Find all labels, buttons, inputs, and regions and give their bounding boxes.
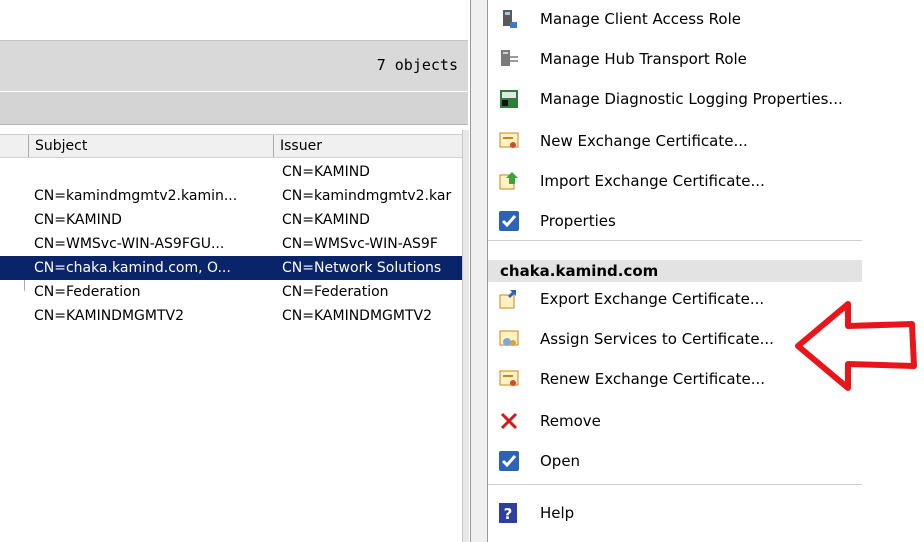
action-label: New Exchange Certificate...	[540, 132, 748, 150]
pane-splitter[interactable]	[470, 0, 488, 542]
table-row[interactable]: CN=WMSvc-WIN-AS9FGU... CN=WMSvc-WIN-AS9F	[0, 232, 462, 256]
cell-subject: CN=KAMINDMGMTV2	[34, 308, 184, 324]
action-label: Manage Client Access Role	[540, 10, 741, 28]
table-row-selected[interactable]: CN=chaka.kamind.com, O... CN=Network Sol…	[0, 256, 462, 280]
cell-issuer: CN=kamindmgmtv2.kar	[282, 188, 452, 204]
column-header-issuer[interactable]: Issuer	[274, 135, 462, 157]
action-label: Manage Hub Transport Role	[540, 50, 747, 68]
list-scrollbar[interactable]	[462, 130, 469, 542]
cell-issuer: CN=Network Solutions	[282, 260, 442, 276]
action-manage-diagnostic-logging[interactable]: Manage Diagnostic Logging Properties...	[488, 82, 862, 118]
cell-issuer: CN=WMSvc-WIN-AS9F	[282, 236, 438, 252]
client-access-role-icon	[503, 10, 517, 28]
import-certificate-icon	[499, 172, 518, 190]
cell-issuer: CN=KAMIND	[282, 212, 370, 228]
filter-bar	[0, 92, 468, 125]
action-open[interactable]: Open	[488, 444, 862, 480]
action-label: Properties	[540, 212, 616, 230]
object-count-bar: 7 objects	[0, 40, 468, 92]
action-label: Manage Diagnostic Logging Properties...	[540, 90, 843, 108]
hub-transport-role-icon	[501, 50, 518, 66]
new-certificate-icon	[499, 132, 519, 148]
action-label: Remove	[540, 412, 601, 430]
help-separator	[488, 484, 862, 485]
table-row[interactable]: CN=KAMINDMGMTV2 CN=KAMINDMGMTV2	[0, 304, 462, 328]
remove-x-icon	[500, 412, 518, 430]
certificate-list: CN=KAMIND CN=kamindmgmtv2.kamin... CN=ka…	[0, 160, 462, 328]
table-row[interactable]: CN=kamindmgmtv2.kamin... CN=kamindmgmtv2…	[0, 184, 462, 208]
actions-pane: Manage Client Access Role Manage Hub Tra…	[488, 0, 862, 542]
action-manage-client-access-role[interactable]: Manage Client Access Role	[488, 2, 862, 38]
action-import-exchange-certificate[interactable]: Import Exchange Certificate...	[488, 164, 862, 200]
object-count: 7 objects	[376, 56, 458, 74]
svg-text:?: ?	[504, 505, 513, 523]
action-new-exchange-certificate[interactable]: New Exchange Certificate...	[488, 124, 862, 160]
column-header-row: Subject Issuer	[0, 134, 462, 291]
action-remove[interactable]: Remove	[488, 404, 862, 440]
cell-subject: CN=WMSvc-WIN-AS9FGU...	[34, 236, 225, 252]
renew-certificate-icon	[499, 370, 519, 386]
open-checkbox-icon	[499, 451, 519, 471]
properties-checkbox-icon	[499, 211, 519, 231]
action-properties[interactable]: Properties	[488, 204, 862, 240]
action-manage-hub-transport-role[interactable]: Manage Hub Transport Role	[488, 42, 862, 78]
actions-separator	[488, 240, 862, 241]
red-annotation-arrow-icon	[795, 301, 917, 391]
action-label: Assign Services to Certificate...	[540, 330, 774, 348]
action-label: Help	[540, 504, 575, 522]
cell-issuer: CN=KAMINDMGMTV2	[282, 308, 432, 324]
export-certificate-icon	[499, 290, 516, 309]
action-help[interactable]: ? Help	[488, 496, 862, 532]
table-row[interactable]: CN=Federation CN=Federation	[0, 280, 462, 304]
cell-subject: CN=KAMIND	[34, 212, 122, 228]
cell-subject: CN=chaka.kamind.com, O...	[34, 260, 231, 276]
action-label: Open	[540, 452, 581, 470]
list-toolbar-area	[0, 0, 468, 38]
cell-issuer: CN=Federation	[282, 284, 389, 300]
action-label: Renew Exchange Certificate...	[540, 370, 766, 388]
assign-services-icon	[499, 330, 519, 346]
table-row[interactable]: CN=KAMIND	[0, 160, 462, 184]
diagnostic-logging-icon	[500, 90, 518, 108]
column-header-subject[interactable]: Subject	[28, 135, 274, 157]
help-icon: ?	[499, 503, 517, 523]
table-row[interactable]: CN=KAMIND CN=KAMIND	[0, 208, 462, 232]
action-label: Export Exchange Certificate...	[540, 290, 765, 308]
cell-subject: CN=kamindmgmtv2.kamin...	[34, 188, 238, 204]
cell-subject: CN=Federation	[34, 284, 141, 300]
action-label: Import Exchange Certificate...	[540, 172, 765, 190]
cell-issuer: CN=KAMIND	[282, 164, 370, 180]
certificate-actions-header: chaka.kamind.com	[488, 260, 862, 282]
